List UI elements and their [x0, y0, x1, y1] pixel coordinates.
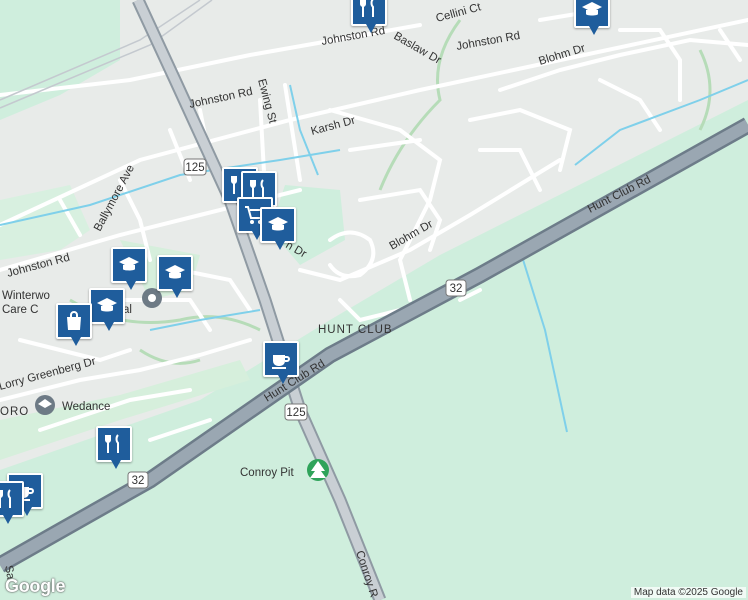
route-125-shield: 125	[284, 403, 308, 421]
school-icon	[268, 217, 288, 231]
conroy-pit-marker[interactable]	[307, 459, 329, 481]
place-label-care-centre: Care C	[2, 304, 38, 316]
place-label-care-centre: Winterwo	[2, 290, 50, 302]
restaurant-pin[interactable]	[351, 0, 387, 33]
route-125-shield: 125	[183, 158, 207, 176]
route-32-shield: 32	[127, 471, 149, 489]
restaurant-icon	[105, 434, 119, 453]
restaurant-pin[interactable]	[0, 481, 24, 524]
shopping-pin[interactable]	[56, 303, 92, 346]
school-icon	[97, 298, 117, 312]
route-125-label: 125	[286, 407, 305, 419]
place-label-conroy-pit: Conroy Pit	[240, 467, 294, 479]
map-attribution[interactable]: Map data ©2025 Google	[630, 587, 746, 598]
restaurant-icon	[0, 489, 11, 508]
area-label: ORO	[0, 406, 29, 418]
route-125-label: 125	[185, 162, 204, 174]
school-pin[interactable]	[89, 288, 125, 331]
route-32-shield: 32	[445, 279, 467, 297]
school-icon	[119, 257, 139, 271]
shopping-bag-icon	[67, 311, 81, 330]
school-pin[interactable]	[157, 255, 193, 298]
care-centre-marker[interactable]	[142, 288, 162, 308]
cafe-pin[interactable]	[263, 341, 299, 384]
route-32-label: 32	[132, 475, 145, 487]
neighbourhood-label: HUNT CLUB	[318, 324, 393, 336]
google-logo[interactable]: Google	[5, 576, 66, 597]
restaurant-pin[interactable]	[96, 426, 132, 469]
school-pin[interactable]	[111, 247, 147, 290]
school-icon	[165, 265, 185, 279]
restaurant-icon	[360, 0, 374, 17]
school-pin[interactable]	[574, 0, 610, 35]
route-32-label: 32	[450, 283, 463, 295]
wedance-place-marker[interactable]	[35, 395, 55, 415]
place-label-wedance: Wedance	[62, 401, 110, 413]
coffee-cup-icon	[272, 355, 290, 369]
school-icon	[582, 2, 602, 16]
school-pin[interactable]	[260, 207, 296, 250]
